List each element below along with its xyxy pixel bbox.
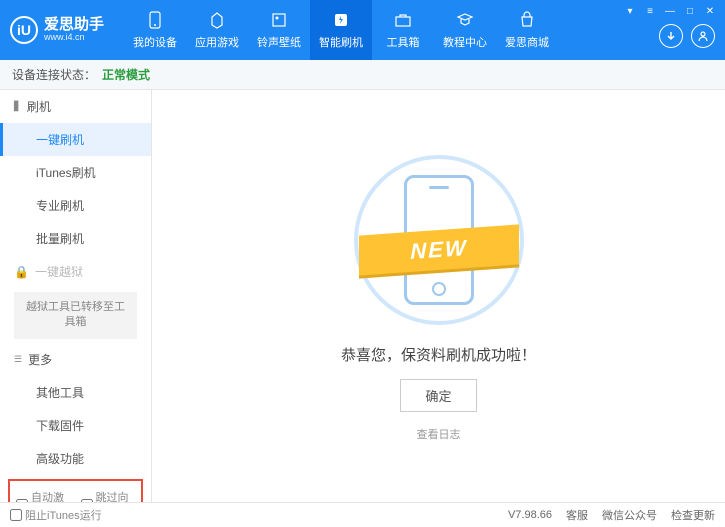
success-message: 恭喜您，保资料刷机成功啦！ [341, 344, 536, 365]
sidebar-group-jailbreak: 🔒一键越狱 [0, 255, 151, 288]
sidebar-group-flash[interactable]: ▋刷机 [0, 90, 151, 123]
tutorial-icon [455, 10, 475, 30]
sidebar-item-advanced[interactable]: 高级功能 [0, 442, 151, 475]
nav-toolbox[interactable]: 工具箱 [372, 0, 434, 60]
update-link[interactable]: 检查更新 [671, 507, 715, 523]
maximize-icon[interactable]: □ [681, 4, 699, 18]
device-icon [145, 10, 165, 30]
wallpaper-icon [269, 10, 289, 30]
skip-guide-checkbox[interactable]: 跳过向导 [81, 489, 136, 502]
chevron-down-icon: ▋ [14, 101, 21, 112]
window-controls: ▾ ≡ — □ ✕ [621, 4, 719, 18]
options-box: 自动激活 跳过向导 [8, 479, 143, 502]
sidebar-item-oneclick[interactable]: 一键刷机 [0, 123, 151, 156]
sidebar-item-itunes[interactable]: iTunes刷机 [0, 156, 151, 189]
apps-icon [207, 10, 227, 30]
user-button[interactable] [691, 24, 715, 48]
status-label: 设备连接状态： [12, 66, 96, 83]
logo-url: www.i4.cn [44, 33, 104, 43]
block-itunes-checkbox[interactable]: 阻止iTunes运行 [10, 507, 102, 523]
ok-button[interactable]: 确定 [400, 379, 476, 412]
nav-apps[interactable]: 应用游戏 [186, 0, 248, 60]
minimize-icon[interactable]: — [661, 4, 679, 18]
chevron-down-icon: ☰ [14, 354, 22, 365]
sidebar-group-more[interactable]: ☰更多 [0, 343, 151, 376]
main-nav: 我的设备 应用游戏 铃声壁纸 智能刷机 工具箱 教程中心 爱思商城 [124, 0, 558, 60]
menu-icon[interactable]: ▾ [621, 4, 639, 18]
auto-activate-checkbox[interactable]: 自动激活 [16, 489, 71, 502]
nav-ringtone[interactable]: 铃声壁纸 [248, 0, 310, 60]
wechat-link[interactable]: 微信公众号 [602, 507, 657, 523]
sidebar-item-firmware[interactable]: 下载固件 [0, 409, 151, 442]
status-bar: 设备连接状态： 正常模式 [0, 60, 725, 90]
main-content: NEW 恭喜您，保资料刷机成功啦！ 确定 查看日志 [152, 90, 725, 502]
sidebar: ▋刷机 一键刷机 iTunes刷机 专业刷机 批量刷机 🔒一键越狱 越狱工具已转… [0, 90, 152, 502]
flash-icon [331, 10, 351, 30]
nav-my-device[interactable]: 我的设备 [124, 0, 186, 60]
store-icon [517, 10, 537, 30]
nav-store[interactable]: 爱思商城 [496, 0, 558, 60]
jailbreak-note: 越狱工具已转移至工具箱 [14, 292, 137, 339]
success-illustration: NEW [349, 150, 529, 330]
version-label: V7.98.66 [508, 509, 552, 521]
app-logo: iU 爱思助手 www.i4.cn [10, 16, 104, 44]
settings-icon[interactable]: ≡ [641, 4, 659, 18]
app-header: iU 爱思助手 www.i4.cn 我的设备 应用游戏 铃声壁纸 智能刷机 工具… [0, 0, 725, 60]
view-log-link[interactable]: 查看日志 [417, 426, 461, 442]
logo-title: 爱思助手 [44, 17, 104, 34]
logo-icon: iU [10, 16, 38, 44]
status-value: 正常模式 [102, 66, 150, 83]
close-icon[interactable]: ✕ [701, 4, 719, 18]
footer: 阻止iTunes运行 V7.98.66 客服 微信公众号 检查更新 [0, 502, 725, 527]
toolbox-icon [393, 10, 413, 30]
sidebar-item-other[interactable]: 其他工具 [0, 376, 151, 409]
nav-flash[interactable]: 智能刷机 [310, 0, 372, 60]
support-link[interactable]: 客服 [566, 507, 588, 523]
nav-tutorial[interactable]: 教程中心 [434, 0, 496, 60]
download-button[interactable] [659, 24, 683, 48]
lock-icon: 🔒 [14, 265, 29, 279]
sidebar-item-pro[interactable]: 专业刷机 [0, 189, 151, 222]
sidebar-item-batch[interactable]: 批量刷机 [0, 222, 151, 255]
